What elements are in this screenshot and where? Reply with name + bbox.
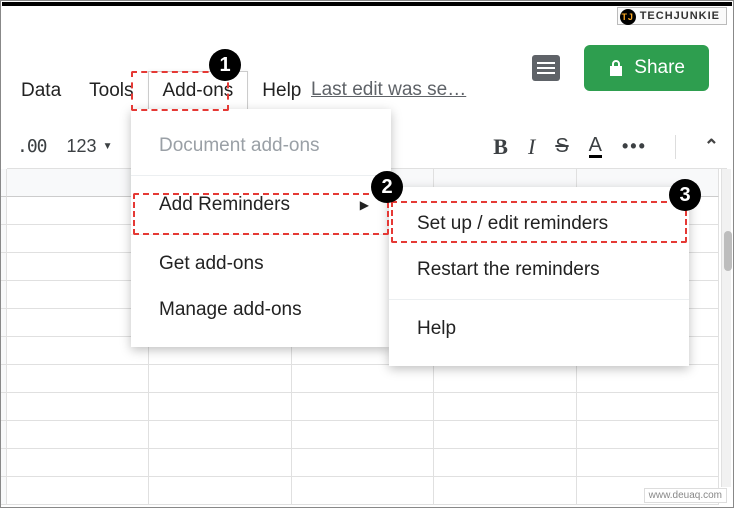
menu-tools[interactable]: Tools [75, 72, 147, 110]
menu-separator [131, 234, 391, 235]
brand-logo-icon: TJ [620, 9, 636, 25]
addons-menu: Document add-ons Add Reminders ▶ Get add… [131, 109, 391, 347]
top-strip [2, 2, 732, 6]
tool-decrease-decimal[interactable]: .00 [7, 136, 57, 157]
brand-label: TECHJUNKIE [640, 10, 720, 22]
menu-manage-addons[interactable]: Manage add-ons [131, 287, 391, 333]
menu-data[interactable]: Data [7, 72, 75, 110]
last-edit-link[interactable]: Last edit was se… [311, 79, 466, 101]
comment-icon[interactable] [532, 55, 560, 81]
share-row: Share [532, 45, 709, 91]
submenu-help[interactable]: Help [389, 306, 689, 352]
tool-format-123[interactable]: 123 ▼ [57, 136, 123, 157]
scrollbar-track[interactable] [721, 169, 731, 487]
menu-separator [131, 175, 391, 176]
format123-label: 123 [67, 136, 97, 157]
more-button[interactable]: ••• [622, 136, 647, 157]
menu-separator [389, 299, 689, 300]
col-header[interactable] [7, 169, 149, 197]
add-reminders-submenu: Set up / edit reminders Restart the remi… [389, 187, 689, 366]
strike-button[interactable]: S [555, 135, 568, 158]
lock-icon [608, 59, 624, 77]
submenu-restart[interactable]: Restart the reminders [389, 247, 689, 293]
share-button[interactable]: Share [584, 45, 709, 91]
share-label: Share [634, 57, 685, 79]
annotation-badge-1: 1 [209, 49, 241, 81]
bold-button[interactable]: B [493, 134, 508, 160]
menubar: Data Tools Add-ons Help [7, 71, 315, 110]
watermark: www.deuaq.com [644, 488, 727, 503]
submenu-arrow-icon: ▶ [360, 198, 369, 212]
annotation-badge-2: 2 [371, 171, 403, 203]
collapse-toolbar-button[interactable]: ⌃ [704, 136, 719, 157]
menu-add-reminders-label: Add Reminders [159, 194, 290, 215]
annotation-badge-3: 3 [669, 179, 701, 211]
menu-get-addons[interactable]: Get add-ons [131, 241, 391, 287]
menu-add-reminders[interactable]: Add Reminders ▶ [131, 182, 391, 228]
brand-badge-box: TJ TECHJUNKIE [617, 7, 727, 25]
menu-help[interactable]: Help [248, 72, 315, 110]
decimal-label: .00 [17, 136, 47, 157]
caret-down-icon: ▼ [103, 141, 113, 152]
menu-document-addons: Document add-ons [131, 123, 391, 169]
text-color-button[interactable]: A [589, 136, 602, 158]
submenu-setup-edit[interactable]: Set up / edit reminders [389, 201, 689, 247]
italic-button[interactable]: I [528, 134, 535, 160]
scrollbar-thumb[interactable] [724, 231, 732, 271]
toolbar-separator [675, 135, 676, 159]
